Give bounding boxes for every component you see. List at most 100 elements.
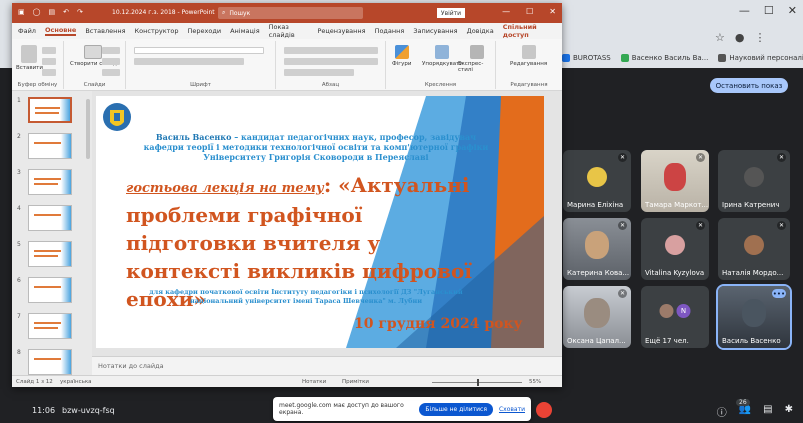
participant-tile[interactable]: ✕ Катерина Кова... (563, 218, 631, 280)
sign-in-button[interactable]: Увійти (437, 8, 465, 18)
participant-tile[interactable]: ✕ Ірина Катренич (718, 150, 790, 212)
participant-name: Катерина Кова... (567, 269, 630, 277)
slide-thumbnail-selected[interactable] (28, 97, 72, 123)
tab-view[interactable]: Подання (375, 27, 405, 35)
shapes-button[interactable]: Фігури (392, 45, 411, 67)
search-box[interactable]: ⌕ Пошук (218, 7, 363, 19)
spacing-buttons[interactable] (284, 69, 354, 76)
slide-number: 6 (17, 277, 21, 284)
tab-slideshow[interactable]: Показ слайдів (269, 23, 309, 39)
slide-thumbnail[interactable] (28, 349, 72, 375)
comments-toggle-button[interactable]: Примітки (342, 379, 369, 385)
ribbon-group-drawing: Фігури Упорядкувати Експрес-стилі Кресле… (386, 41, 496, 89)
slide-number: 1 (17, 97, 21, 104)
tab-design[interactable]: Конструктор (135, 27, 179, 35)
group-label: Абзац (321, 82, 340, 88)
leave-call-button[interactable] (536, 402, 552, 418)
list-buttons[interactable] (284, 47, 378, 54)
people-icon[interactable]: 👥 (739, 404, 751, 419)
thumb-title-line (34, 178, 64, 180)
layout-icon[interactable] (102, 47, 120, 54)
undo-icon[interactable]: ↶ (63, 8, 69, 16)
participant-tile[interactable]: ✕ Vitalina Kyzylova (641, 218, 709, 280)
font-family-select[interactable] (134, 47, 264, 54)
autosave-icon[interactable]: ◯ (33, 8, 41, 16)
bookmark-item[interactable]: Васенко Василь Ва... (620, 53, 708, 62)
minimize-icon[interactable]: — (739, 4, 750, 17)
share-button[interactable]: Спільний доступ (503, 23, 554, 39)
zoom-slider-handle[interactable] (477, 379, 479, 386)
thumb-decoration (61, 206, 71, 230)
redo-icon[interactable]: ↷ (77, 8, 83, 16)
slide-thumbnail[interactable] (28, 241, 72, 267)
reset-icon[interactable] (102, 58, 120, 65)
zoom-level[interactable]: 55% (529, 379, 541, 385)
people-count-badge: 26 (736, 399, 750, 406)
stop-presenting-button[interactable]: Остановить показ (710, 78, 788, 93)
save-icon[interactable]: ▤ (48, 8, 55, 16)
screen-share-notice: meet.google.com має доступ до вашого екр… (273, 397, 531, 421)
maximize-icon[interactable]: ☐ (526, 7, 533, 16)
arrange-button[interactable]: Упорядкувати (422, 45, 463, 67)
slide-thumbnail[interactable] (28, 205, 72, 231)
notes-pane[interactable]: Нотатки до слайда (92, 356, 562, 375)
quick-styles-icon (469, 45, 484, 59)
thumb-title-line (34, 214, 64, 216)
participant-tile[interactable]: N Ещё 17 чел. (641, 286, 709, 348)
slide-thumbnail[interactable] (28, 133, 72, 159)
participant-tile-self[interactable]: ••• Василь Васенко (716, 284, 792, 350)
slide-thumbnail[interactable] (28, 313, 72, 339)
maximize-icon[interactable]: ☐ (764, 4, 774, 17)
participant-tile[interactable]: ✕ Тамара Маркот... (641, 150, 709, 212)
mic-off-icon: ✕ (777, 153, 786, 162)
section-icon[interactable] (102, 69, 120, 76)
meeting-clock: 11:06 (32, 406, 56, 415)
tab-animations[interactable]: Анімація (230, 27, 260, 35)
avatar (665, 235, 685, 256)
profile-icon[interactable]: ● (735, 31, 745, 44)
close-icon[interactable]: ✕ (788, 4, 797, 17)
thumbnails-scrollbar[interactable] (86, 99, 90, 159)
participant-tile[interactable]: ✕ Наталія Мордо... (718, 218, 790, 280)
slide-thumbnail[interactable] (28, 277, 72, 303)
hide-notice-link[interactable]: Сховати (499, 406, 525, 413)
chat-icon[interactable]: ▤ (763, 404, 772, 419)
editing-button[interactable]: Редагування (510, 45, 547, 67)
copy-icon[interactable] (42, 58, 56, 65)
menu-icon[interactable]: ⋮ (754, 31, 765, 44)
tab-transitions[interactable]: Переходи (188, 27, 222, 35)
align-buttons[interactable] (284, 58, 378, 65)
tab-file[interactable]: Файл (18, 27, 36, 35)
participant-name: Ірина Катренич (722, 201, 780, 209)
format-painter-icon[interactable] (42, 69, 56, 76)
tab-recording[interactable]: Записування (413, 27, 457, 35)
minimize-icon[interactable]: — (502, 7, 510, 16)
tab-help[interactable]: Довідка (467, 27, 494, 35)
paste-button[interactable]: Вставити (16, 45, 43, 71)
quick-styles-button[interactable]: Експрес-стилі (458, 45, 495, 73)
participant-tile[interactable]: ✕ Марина Еліхіна (563, 150, 631, 212)
slide[interactable]: Василь Васенко – кандидат педагогічних н… (96, 96, 544, 348)
bookmark-item[interactable]: Науковий персоналій... (718, 53, 803, 62)
notes-toggle-button[interactable]: Нотатки (302, 379, 326, 385)
bookmark-item[interactable]: BUROTASS (562, 53, 611, 62)
cut-icon[interactable] (42, 47, 56, 54)
university-logo (103, 103, 131, 131)
slide-thumbnail[interactable] (28, 169, 72, 195)
font-style-buttons[interactable] (134, 58, 244, 65)
star-icon[interactable]: ☆ (715, 31, 725, 44)
thumb-decoration (61, 170, 71, 194)
participant-tile[interactable]: ✕ Оксана Цапал... (563, 286, 631, 348)
more-options-icon[interactable]: ••• (772, 289, 786, 298)
tab-insert[interactable]: Вставлення (85, 27, 125, 35)
close-icon[interactable]: ✕ (549, 7, 556, 16)
slide-number: 8 (17, 349, 21, 356)
activities-icon[interactable]: ✱ (785, 404, 793, 419)
search-placeholder: Пошук (229, 9, 251, 17)
tab-review[interactable]: Рецензування (317, 27, 365, 35)
language-indicator[interactable]: українська (60, 379, 92, 385)
thumb-title-line (34, 327, 58, 329)
stop-sharing-button[interactable]: Більше не ділитися (419, 402, 493, 416)
tab-home[interactable]: Основне (44, 26, 77, 36)
info-icon[interactable]: ⓘ (717, 404, 727, 419)
